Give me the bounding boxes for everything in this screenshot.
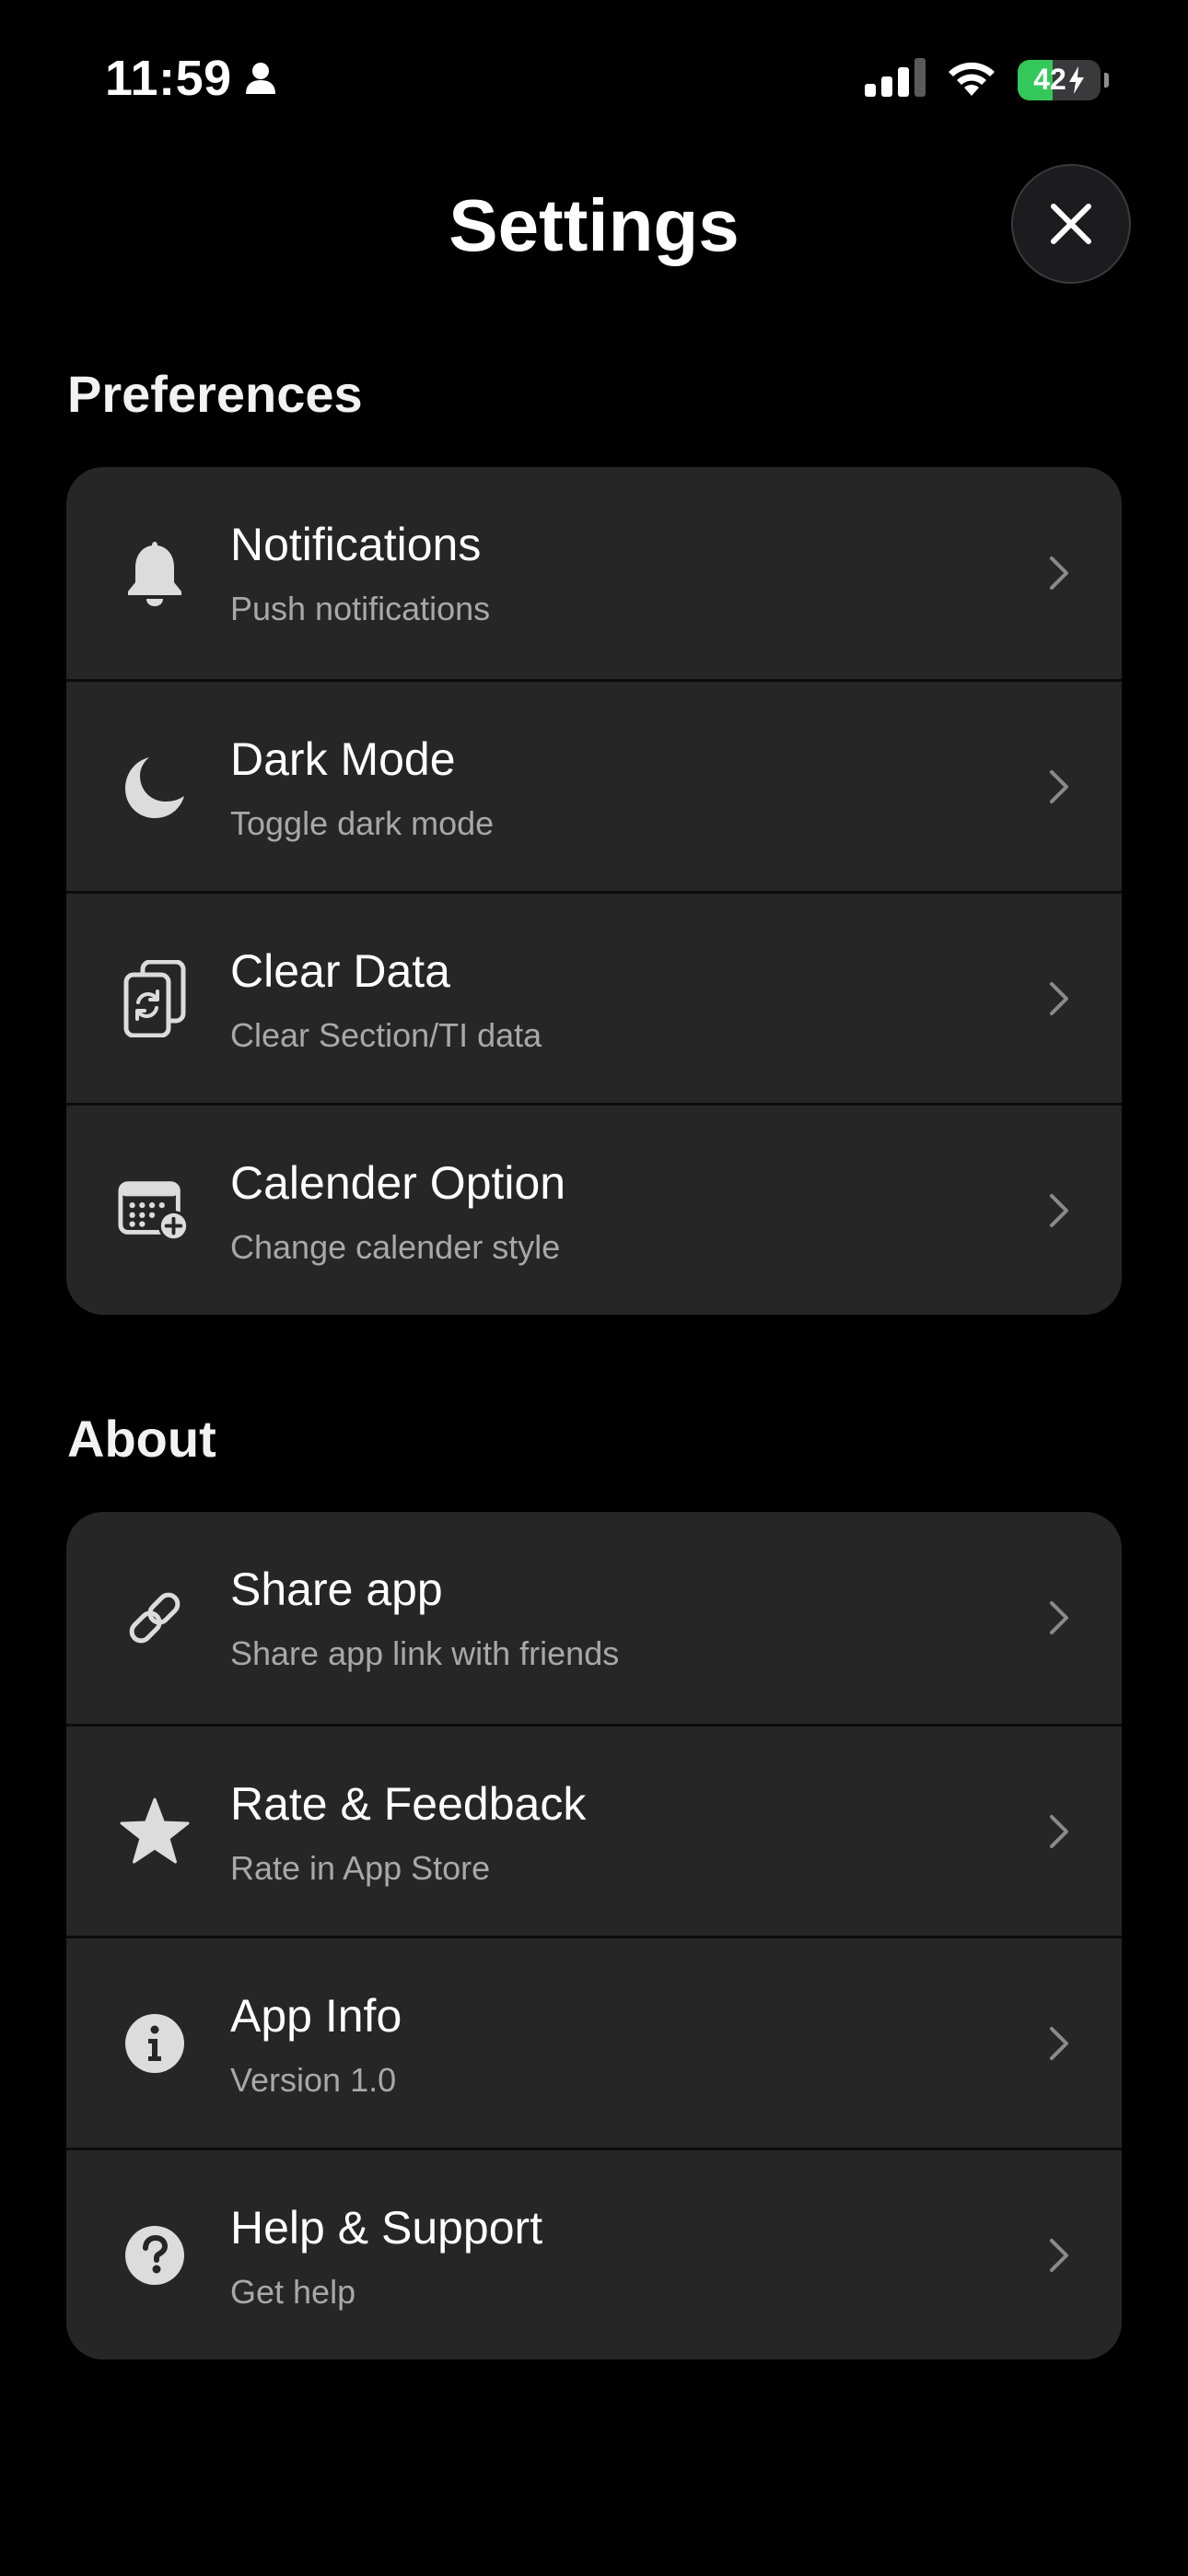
- row-subtitle: Clear Section/TI data: [230, 1016, 542, 1054]
- settings-row-rate-feedback[interactable]: Rate & Feedback Rate in App Store: [66, 1724, 1122, 1936]
- row-title: Calender Option: [230, 1157, 566, 1209]
- chevron-right-icon: [1050, 556, 1068, 590]
- close-button[interactable]: [1011, 164, 1131, 284]
- section-title-preferences: Preferences: [67, 365, 363, 423]
- row-title: Clear Data: [230, 945, 450, 997]
- row-title: Notifications: [230, 519, 482, 570]
- settings-row-app-info[interactable]: App Info Version 1.0: [66, 1936, 1122, 2148]
- row-subtitle: Rate in App Store: [230, 1849, 491, 1887]
- chevron-right-icon: [1050, 2026, 1068, 2060]
- cellular-signal-icon: [865, 58, 926, 101]
- battery-indicator: 42: [1018, 59, 1101, 100]
- wifi-icon: [944, 57, 999, 102]
- charging-bolt-icon: [1068, 65, 1084, 94]
- settings-row-calender-option[interactable]: Calender Option Change calender style: [66, 1103, 1122, 1315]
- chevron-right-icon: [1050, 769, 1068, 803]
- star-icon: [118, 1795, 192, 1868]
- status-indicators: 42: [865, 57, 1109, 102]
- row-subtitle: Push notifications: [230, 590, 491, 627]
- settings-row-notifications[interactable]: Notifications Push notifications: [66, 467, 1122, 679]
- person-icon: [245, 62, 276, 95]
- battery-level: 42: [1033, 63, 1066, 96]
- chevron-right-icon: [1050, 1601, 1068, 1634]
- clear-data-icon: [118, 959, 192, 1037]
- row-subtitle: Change calender style: [230, 1228, 561, 1266]
- row-title: Share app: [230, 1563, 443, 1615]
- battery-text: 42: [1033, 63, 1085, 97]
- chevron-right-icon: [1050, 1193, 1068, 1227]
- row-subtitle: Toggle dark mode: [230, 804, 495, 842]
- chevron-right-icon: [1050, 1814, 1068, 1848]
- page-title: Settings: [448, 184, 740, 266]
- row-subtitle: Version 1.0: [230, 2061, 397, 2099]
- settings-row-clear-data[interactable]: Clear Data Clear Section/TI data: [66, 891, 1122, 1103]
- status-time: 11:59: [105, 51, 232, 106]
- question-icon: [118, 2219, 192, 2292]
- status-time-group: 11:59: [105, 50, 276, 107]
- preferences-group: Notifications Push notifications Dark Mo…: [66, 467, 1122, 1315]
- close-icon: [1051, 204, 1091, 244]
- row-title: Dark Mode: [230, 733, 456, 785]
- battery-cap: [1104, 72, 1109, 88]
- settings-row-help-support[interactable]: Help & Support Get help: [66, 2148, 1122, 2359]
- row-title: Rate & Feedback: [230, 1778, 587, 1830]
- chevron-right-icon: [1050, 981, 1068, 1015]
- row-title: Help & Support: [230, 2202, 543, 2254]
- row-subtitle: Share app link with friends: [230, 1634, 620, 1672]
- info-icon: [118, 2007, 192, 2080]
- row-title: App Info: [230, 1990, 402, 2042]
- link-icon: [118, 1581, 192, 1655]
- status-bar: 11:59 42: [0, 0, 1188, 157]
- settings-row-share-app[interactable]: Share app Share app link with friends: [66, 1512, 1122, 1724]
- settings-row-dark-mode[interactable]: Dark Mode Toggle dark mode: [66, 679, 1122, 891]
- chevron-right-icon: [1050, 2238, 1068, 2272]
- moon-icon: [118, 750, 192, 824]
- section-title-about: About: [67, 1410, 216, 1468]
- bell-icon: [118, 536, 192, 610]
- calendar-add-icon: [118, 1174, 192, 1247]
- row-subtitle: Get help: [230, 2273, 356, 2311]
- about-group: Share app Share app link with friends Ra…: [66, 1512, 1122, 2359]
